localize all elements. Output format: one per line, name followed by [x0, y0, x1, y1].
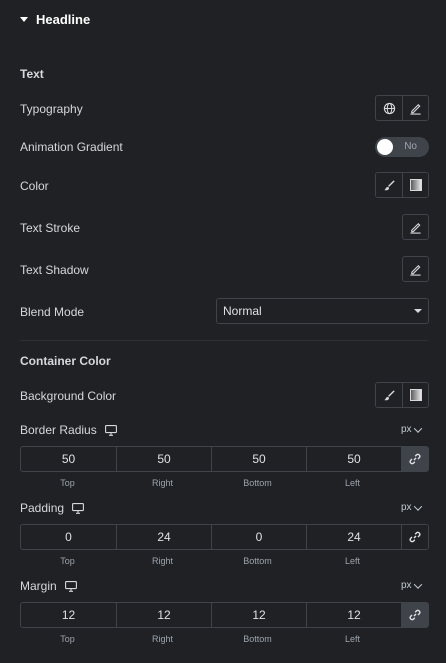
border-radius-left-input[interactable]: 50	[306, 447, 401, 471]
gradient-icon	[409, 389, 422, 401]
pencil-icon	[410, 222, 421, 234]
side-label-bottom: Bottom	[243, 634, 272, 644]
typography-controls	[375, 95, 429, 121]
unit-label: px	[401, 502, 412, 513]
link-icon	[409, 609, 421, 621]
pencil-icon	[410, 264, 421, 276]
side-label-right: Right	[151, 634, 173, 644]
border-radius-inputs: 50 50 50 50	[20, 446, 429, 472]
side-label-bottom: Bottom	[243, 478, 272, 488]
brush-icon	[383, 389, 395, 400]
link-icon	[409, 453, 421, 465]
blend-mode-value: Normal	[223, 304, 262, 318]
border-radius-bottom-input[interactable]: 50	[211, 447, 306, 471]
globe-button[interactable]	[376, 96, 402, 120]
gradient-background-button[interactable]	[402, 383, 428, 407]
padding-inputs: 0 24 0 24	[20, 524, 429, 550]
side-label-top: Top	[60, 556, 75, 566]
margin-header: Margin	[20, 579, 77, 593]
text-stroke-label: Text Stroke	[20, 221, 81, 235]
divider	[20, 340, 428, 341]
margin-link-button[interactable]	[401, 603, 428, 627]
side-label-top: Top	[60, 478, 75, 488]
section-title: Headline	[36, 12, 91, 27]
chevron-down-icon	[413, 579, 422, 589]
side-label-left: Left	[344, 556, 360, 566]
background-color-controls	[375, 382, 429, 408]
blend-mode-label: Blend Mode	[20, 305, 85, 319]
toggle-state-label: No	[404, 141, 417, 152]
border-radius-top-input[interactable]: 50	[21, 447, 116, 471]
margin-side-labels: Top Right Bottom Left	[20, 634, 429, 644]
border-radius-side-labels: Top Right Bottom Left	[20, 478, 429, 488]
text-shadow-edit-button[interactable]	[402, 256, 429, 282]
padding-link-button[interactable]	[401, 525, 428, 549]
margin-right-input[interactable]: 12	[116, 603, 211, 627]
border-radius-header: Border Radius	[20, 423, 117, 437]
link-icon	[409, 531, 421, 543]
padding-right-input[interactable]: 24	[116, 525, 211, 549]
side-label-bottom: Bottom	[243, 556, 272, 566]
desktop-icon[interactable]	[104, 424, 117, 436]
padding-left-input[interactable]: 24	[306, 525, 401, 549]
unit-label: px	[401, 580, 412, 591]
brush-icon	[383, 179, 395, 190]
section-toggle[interactable]: Headline	[20, 12, 90, 27]
padding-label: Padding	[20, 501, 65, 515]
margin-bottom-input[interactable]: 12	[211, 603, 306, 627]
text-shadow-label: Text Shadow	[20, 263, 89, 277]
text-heading: Text	[20, 67, 44, 81]
pencil-icon	[410, 103, 421, 115]
padding-unit-select[interactable]: px	[401, 501, 422, 513]
container-color-heading: Container Color	[20, 354, 111, 368]
animation-gradient-toggle[interactable]: No	[375, 137, 429, 157]
gradient-icon	[409, 179, 422, 191]
border-radius-link-button[interactable]	[401, 447, 428, 471]
chevron-down-icon	[413, 423, 422, 433]
typography-edit-button[interactable]	[402, 96, 428, 120]
caret-down-icon	[414, 309, 422, 313]
side-label-right: Right	[151, 478, 173, 488]
padding-header: Padding	[20, 501, 84, 515]
color-label: Color	[20, 179, 49, 193]
desktop-icon[interactable]	[72, 502, 84, 514]
side-label-top: Top	[60, 634, 75, 644]
text-stroke-edit-button[interactable]	[402, 214, 429, 240]
headline-panel: Headline Text Typography Animation Gradi…	[0, 0, 446, 663]
margin-top-input[interactable]: 12	[21, 603, 116, 627]
desktop-icon[interactable]	[64, 580, 77, 592]
chevron-down-icon	[413, 501, 422, 511]
margin-label: Margin	[20, 579, 57, 593]
background-color-label: Background Color	[20, 389, 117, 403]
animation-gradient-label: Animation Gradient	[20, 140, 123, 154]
padding-side-labels: Top Right Bottom Left	[20, 556, 429, 566]
globe-icon	[383, 102, 395, 114]
border-radius-right-input[interactable]: 50	[116, 447, 211, 471]
margin-unit-select[interactable]: px	[401, 579, 422, 591]
padding-bottom-input[interactable]: 0	[211, 525, 306, 549]
margin-inputs: 12 12 12 12	[20, 602, 429, 628]
unit-label: px	[401, 424, 412, 435]
typography-label: Typography	[20, 102, 83, 116]
blend-mode-select[interactable]: Normal	[216, 298, 429, 324]
toggle-knob	[377, 139, 393, 155]
color-controls	[375, 172, 429, 198]
side-label-left: Left	[344, 478, 360, 488]
side-label-left: Left	[344, 634, 360, 644]
classic-color-button[interactable]	[376, 173, 402, 197]
classic-background-button[interactable]	[376, 383, 402, 407]
padding-top-input[interactable]: 0	[21, 525, 116, 549]
border-radius-label: Border Radius	[20, 423, 97, 437]
border-radius-unit-select[interactable]: px	[401, 423, 422, 435]
gradient-color-button[interactable]	[402, 173, 428, 197]
caret-down-icon	[20, 17, 28, 22]
margin-left-input[interactable]: 12	[306, 603, 401, 627]
side-label-right: Right	[151, 556, 173, 566]
